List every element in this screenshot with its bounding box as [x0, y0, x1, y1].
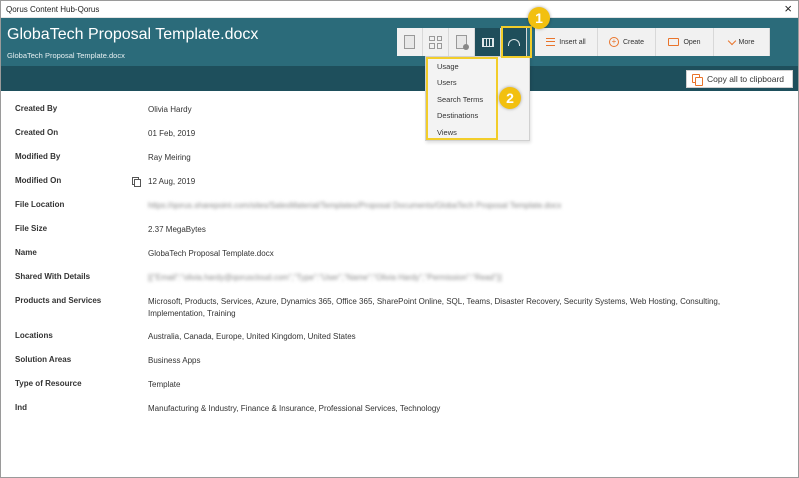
- property-value: Manufacturing & Industry, Finance & Insu…: [148, 404, 441, 413]
- callout-badge-1: 1: [528, 7, 550, 29]
- property-value: Ray Meiring: [148, 153, 191, 162]
- property-value: Olivia Hardy: [148, 105, 192, 114]
- insert-all-label: Insert all: [559, 38, 586, 46]
- document-icon: [404, 35, 415, 49]
- property-label: Modified On: [15, 176, 62, 185]
- list-icon: [481, 37, 494, 47]
- grid-icon: [429, 35, 442, 49]
- property-value-redacted: [{"Email":"olivia.hardy@qoruscloud.com",…: [148, 273, 502, 282]
- property-label: Locations: [15, 331, 53, 340]
- folder-icon: [668, 38, 680, 46]
- property-label: File Location: [15, 200, 65, 209]
- insert-all-button[interactable]: Insert all: [535, 28, 598, 56]
- property-label: File Size: [15, 224, 48, 233]
- action-bar: [1, 66, 798, 91]
- more-button[interactable]: More: [714, 28, 770, 56]
- property-label: Type of Resource: [15, 379, 82, 388]
- document-view-button[interactable]: [397, 28, 423, 56]
- document-subtitle: GlobaTech Proposal Template.docx: [7, 51, 125, 60]
- copy-all-label: Copy all to clipboard: [707, 74, 785, 84]
- document-download-icon: [456, 35, 469, 50]
- grid-view-button[interactable]: [423, 28, 449, 56]
- create-label: Create: [622, 38, 644, 46]
- properties-view-button[interactable]: [475, 28, 501, 56]
- property-label: Products and Services: [15, 296, 102, 305]
- property-label: Modified By: [15, 152, 61, 161]
- property-value: Microsoft, Products, Services, Azure, Dy…: [148, 297, 721, 318]
- property-value: 01 Feb, 2019: [148, 129, 196, 138]
- property-value-redacted: https://qorus.sharepoint.com/sites/Sales…: [148, 201, 562, 210]
- open-label: Open: [683, 38, 701, 46]
- plus-circle-icon: +: [608, 37, 619, 47]
- property-label: Shared With Details: [15, 272, 91, 281]
- dialog-window: Qorus Content Hub-Qorus × GlobaTech Prop…: [0, 0, 799, 478]
- property-label: Ind: [15, 403, 27, 412]
- open-button[interactable]: Open: [656, 28, 714, 56]
- property-value: GlobaTech Proposal Template.docx: [148, 249, 274, 258]
- property-label: Solution Areas: [15, 355, 72, 364]
- property-label: Name: [15, 248, 37, 257]
- property-label: Created On: [15, 128, 59, 137]
- property-value: Business Apps: [148, 356, 201, 365]
- more-label: More: [738, 38, 755, 46]
- property-value: Template: [148, 380, 181, 389]
- copy-icon: [692, 74, 703, 86]
- chevron-down-icon: [727, 36, 736, 45]
- property-value: 12 Aug, 2019: [148, 177, 196, 186]
- title-bar: Qorus Content Hub-Qorus ×: [1, 1, 798, 18]
- callout-highlight-1: [501, 26, 532, 58]
- toolbar: Insert all + Create Open More: [397, 28, 770, 56]
- copy-value-icon[interactable]: [132, 177, 141, 187]
- property-value: 2.37 MegaBytes: [148, 225, 206, 234]
- create-button[interactable]: + Create: [598, 28, 656, 56]
- window-title: Qorus Content Hub-Qorus: [6, 5, 100, 14]
- insert-icon: [546, 38, 556, 46]
- document-preview-button[interactable]: [449, 28, 475, 56]
- copy-all-button[interactable]: Copy all to clipboard: [686, 70, 793, 88]
- property-label: Created By: [15, 104, 58, 113]
- property-value: Australia, Canada, Europe, United Kingdo…: [148, 332, 356, 341]
- close-icon[interactable]: ×: [784, 2, 792, 16]
- document-title: GlobaTech Proposal Template.docx: [7, 26, 259, 43]
